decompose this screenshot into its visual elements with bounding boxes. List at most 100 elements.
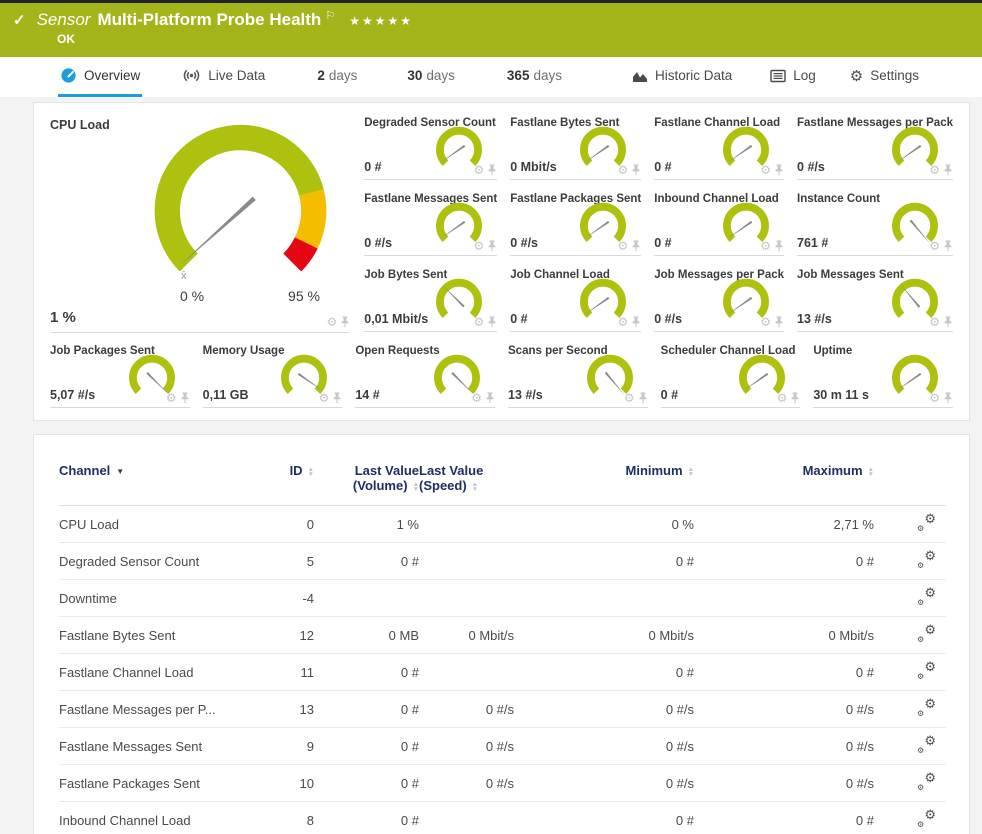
tab-365-days[interactable]: 365 days xyxy=(505,57,564,97)
pin-icon[interactable] xyxy=(487,164,497,176)
last-value-volume-cell: 0 MB xyxy=(314,617,419,654)
gauge-tile[interactable]: Job Channel Load 0 # ⚙ xyxy=(510,264,641,332)
gear-icon[interactable]: ⚙ xyxy=(617,164,628,176)
gear-icon[interactable]: ⚙ xyxy=(473,240,484,252)
log-list-icon xyxy=(770,69,786,83)
channel-settings-icon[interactable]: ⚙⚙ xyxy=(917,552,936,567)
gauge-tile-value: 0 # xyxy=(654,160,671,174)
gauge-tile[interactable]: Job Bytes Sent 0,01 Mbit/s ⚙ xyxy=(364,264,497,332)
gear-icon[interactable]: ⚙ xyxy=(617,240,628,252)
pin-icon[interactable] xyxy=(485,392,495,404)
channel-settings-icon[interactable]: ⚙⚙ xyxy=(917,589,936,604)
gauge-tile[interactable]: Scheduler Channel Load 0 # ⚙ xyxy=(661,340,801,408)
pin-icon[interactable] xyxy=(487,240,497,252)
tab-30-days[interactable]: 30 days xyxy=(405,57,457,97)
gauge-tile[interactable]: Inbound Channel Load 0 # ⚙ xyxy=(654,188,784,256)
gauge-tile[interactable]: Scans per Second 13 #/s ⚙ xyxy=(508,340,648,408)
gear-icon[interactable]: ⚙ xyxy=(471,392,482,404)
gear-icon[interactable]: ⚙ xyxy=(473,164,484,176)
gauge-needle xyxy=(442,284,465,307)
tab-2-days[interactable]: 2 days xyxy=(315,57,359,97)
pin-icon[interactable] xyxy=(631,316,641,328)
gauge-tile[interactable]: Degraded Sensor Count 0 # ⚙ xyxy=(364,112,497,180)
gear-icon[interactable]: ⚙ xyxy=(760,316,771,328)
cpu-load-gauge-tile[interactable]: CPU Load x̄ 0 % 95 % 1 % ⚙ xyxy=(50,112,350,333)
gauge-tile-value: 0 # xyxy=(661,388,678,402)
channel-settings-icon[interactable]: ⚙⚙ xyxy=(917,700,936,715)
pin-icon[interactable] xyxy=(631,164,641,176)
gauge-tile[interactable]: Fastlane Packages Sent 0 #/s ⚙ xyxy=(510,188,641,256)
tab-log[interactable]: Log xyxy=(768,57,818,97)
column-header-minimum[interactable]: Minimum▲▼ xyxy=(514,449,694,506)
pin-icon[interactable] xyxy=(774,240,784,252)
pin-icon[interactable] xyxy=(774,164,784,176)
pin-icon[interactable] xyxy=(943,392,953,404)
column-header-channel[interactable]: Channel▼ xyxy=(59,449,254,506)
maximum-cell: 0 #/s xyxy=(694,691,874,728)
tab-live-data[interactable]: Live Data xyxy=(180,57,267,97)
pin-icon[interactable] xyxy=(774,316,784,328)
gear-icon[interactable]: ⚙ xyxy=(777,392,788,404)
gauge-tile[interactable]: Fastlane Channel Load 0 # ⚙ xyxy=(654,112,784,180)
pin-icon[interactable] xyxy=(332,392,342,404)
column-header-maximum[interactable]: Maximum▲▼ xyxy=(694,449,874,506)
channel-settings-icon[interactable]: ⚙⚙ xyxy=(917,737,936,752)
gear-icon[interactable]: ⚙ xyxy=(473,316,484,328)
channel-settings-icon[interactable]: ⚙⚙ xyxy=(917,663,936,678)
sort-icon: ▲▼ xyxy=(688,467,694,477)
channel-settings-icon[interactable]: ⚙⚙ xyxy=(917,626,936,641)
pin-icon[interactable] xyxy=(638,392,648,404)
pin-icon[interactable] xyxy=(487,316,497,328)
gauge-tile[interactable]: Job Messages Sent 13 #/s ⚙ xyxy=(797,264,953,332)
gear-icon[interactable]: ⚙ xyxy=(617,316,628,328)
channel-name-cell: Degraded Sensor Count xyxy=(59,543,254,580)
gear-icon[interactable]: ⚙ xyxy=(929,392,940,404)
gauge-tile[interactable]: Fastlane Messages Sent 0 #/s ⚙ xyxy=(364,188,497,256)
flag-icon[interactable]: ⚐ xyxy=(325,9,335,22)
gauge-tile[interactable]: Job Packages Sent 5,07 #/s ⚙ xyxy=(50,340,190,408)
channel-id-cell: 5 xyxy=(254,543,314,580)
maximum-cell: 0 # xyxy=(694,802,874,834)
pin-icon[interactable] xyxy=(943,164,953,176)
tab-overview[interactable]: Overview xyxy=(58,57,142,97)
table-row: Inbound Channel Load 8 0 # 0 # 0 # ⚙⚙ xyxy=(59,802,946,834)
tab-settings[interactable]: ⚙ Settings xyxy=(848,57,921,97)
column-header-last-value-volume[interactable]: Last Value (Volume)▲▼ xyxy=(314,449,419,506)
pin-icon[interactable] xyxy=(943,240,953,252)
minimum-cell: 0 #/s xyxy=(514,691,694,728)
gear-icon[interactable]: ⚙ xyxy=(929,164,940,176)
gear-icon[interactable]: ⚙ xyxy=(760,164,771,176)
gear-icon[interactable]: ⚙ xyxy=(326,316,337,328)
pin-icon[interactable] xyxy=(631,240,641,252)
sort-descending-icon: ▼ xyxy=(116,467,124,476)
channel-id-cell: 0 xyxy=(254,506,314,543)
channel-settings-icon[interactable]: ⚙⚙ xyxy=(917,774,936,789)
gauge-tile[interactable]: Fastlane Messages per Pack 0 #/s ⚙ xyxy=(797,112,953,180)
gauge-tile[interactable]: Fastlane Bytes Sent 0 Mbit/s ⚙ xyxy=(510,112,641,180)
gauge-tile[interactable]: Open Requests 14 # ⚙ xyxy=(355,340,495,408)
tab-historic-data[interactable]: Historic Data xyxy=(630,57,734,97)
gauge-tile[interactable]: Memory Usage 0,11 GB ⚙ xyxy=(203,340,343,408)
pin-icon[interactable] xyxy=(790,392,800,404)
column-header-last-value-speed[interactable]: Last Value (Speed)▲▼ xyxy=(419,449,514,506)
gauge-tile[interactable]: Uptime 30 m 11 s ⚙ xyxy=(813,340,953,408)
channel-settings-icon[interactable]: ⚙⚙ xyxy=(917,515,936,530)
gear-icon[interactable]: ⚙ xyxy=(624,392,635,404)
priority-stars[interactable]: ★★★★★ xyxy=(349,14,413,28)
column-header-id[interactable]: ID▲▼ xyxy=(254,449,314,506)
channel-settings-icon[interactable]: ⚙⚙ xyxy=(917,811,936,826)
gauge-tile[interactable]: Job Messages per Pack 0 #/s ⚙ xyxy=(654,264,784,332)
gear-icon[interactable]: ⚙ xyxy=(319,392,330,404)
gear-icon[interactable]: ⚙ xyxy=(166,392,177,404)
gear-icon[interactable]: ⚙ xyxy=(929,240,940,252)
gauge-tile[interactable]: Instance Count 761 # ⚙ xyxy=(797,188,953,256)
gauge-tile-value: 0 # xyxy=(364,160,381,174)
channel-table-panel: Channel▼ ID▲▼ Last Value (Volume)▲▼ Last… xyxy=(33,434,970,834)
mini-gauge-grid: Degraded Sensor Count 0 # ⚙ xyxy=(364,112,953,333)
gear-icon[interactable]: ⚙ xyxy=(929,316,940,328)
gear-icon[interactable]: ⚙ xyxy=(760,240,771,252)
pin-icon[interactable] xyxy=(340,316,350,328)
table-header-row: Channel▼ ID▲▼ Last Value (Volume)▲▼ Last… xyxy=(59,449,946,506)
pin-icon[interactable] xyxy=(180,392,190,404)
pin-icon[interactable] xyxy=(943,316,953,328)
